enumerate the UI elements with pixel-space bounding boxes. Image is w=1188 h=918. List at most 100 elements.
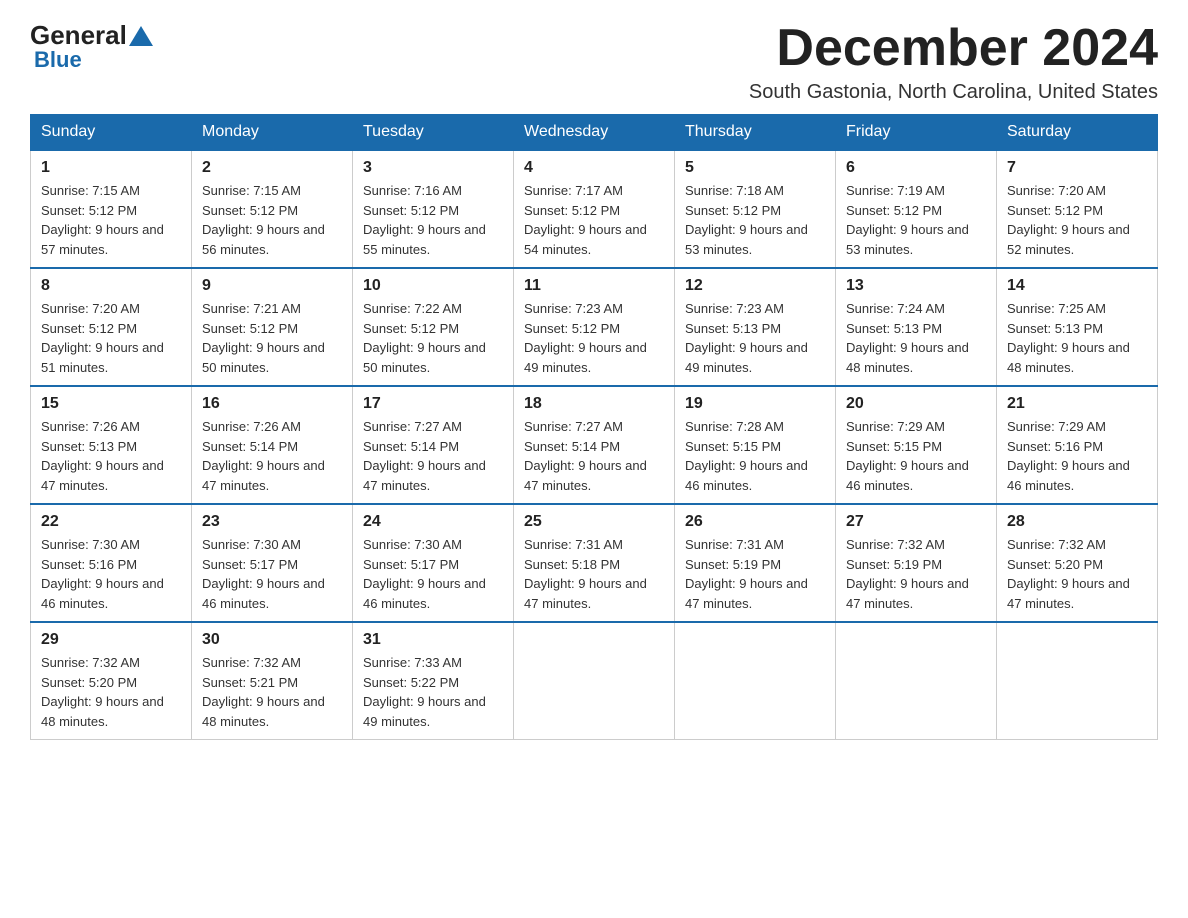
calendar-cell: 9 Sunrise: 7:21 AMSunset: 5:12 PMDaylight… [192, 268, 353, 386]
day-info: Sunrise: 7:31 AMSunset: 5:18 PMDaylight:… [524, 535, 664, 613]
calendar-cell: 27Sunrise: 7:32 AMSunset: 5:19 PMDayligh… [836, 504, 997, 622]
day-number: 31 [363, 631, 503, 649]
location-subtitle: South Gastonia, North Carolina, United S… [749, 81, 1158, 104]
day-info: Sunrise: 7:32 AMSunset: 5:20 PMDaylight:… [41, 653, 181, 731]
day-info: Sunrise: 7:30 AMSunset: 5:17 PMDaylight:… [363, 535, 503, 613]
header-row: SundayMondayTuesdayWednesdayThursdayFrid… [31, 115, 1158, 151]
calendar-table: SundayMondayTuesdayWednesdayThursdayFrid… [30, 114, 1158, 740]
calendar-cell: 8Sunrise: 7:20 AMSunset: 5:12 PMDaylight… [31, 268, 192, 386]
day-info: Sunrise: 7:27 AMSunset: 5:14 PMDaylight:… [524, 417, 664, 495]
calendar-cell [997, 622, 1158, 740]
logo: General Blue [30, 20, 155, 73]
day-number: 10 [363, 277, 503, 295]
day-info: Sunrise: 7:18 AMSunset: 5:12 PMDaylight:… [685, 181, 825, 259]
page-header: General Blue December 2024 South Gastoni… [30, 20, 1158, 104]
calendar-cell: 25 Sunrise: 7:31 AMSunset: 5:18 PMDayligh… [514, 504, 675, 622]
calendar-cell: 5 Sunrise: 7:18 AMSunset: 5:12 PMDaylight… [675, 150, 836, 268]
calendar-cell: 6Sunrise: 7:19 AMSunset: 5:12 PMDaylight… [836, 150, 997, 268]
day-number: 14 [1007, 277, 1147, 295]
day-number: 2 [202, 159, 342, 177]
week-row-2: 8Sunrise: 7:20 AMSunset: 5:12 PMDaylight… [31, 268, 1158, 386]
calendar-cell: 18 Sunrise: 7:27 AMSunset: 5:14 PMDayligh… [514, 386, 675, 504]
header-day-monday: Monday [192, 115, 353, 151]
calendar-cell: 4Sunrise: 7:17 AMSunset: 5:12 PMDaylight… [514, 150, 675, 268]
title-area: December 2024 South Gastonia, North Caro… [749, 20, 1158, 104]
day-number: 1 [41, 159, 181, 177]
day-info: Sunrise: 7:27 AMSunset: 5:14 PMDaylight:… [363, 417, 503, 495]
header-day-thursday: Thursday [675, 115, 836, 151]
day-number: 11 [524, 277, 664, 295]
calendar-cell: 24 Sunrise: 7:30 AMSunset: 5:17 PMDayligh… [353, 504, 514, 622]
header-day-wednesday: Wednesday [514, 115, 675, 151]
calendar-cell: 28 Sunrise: 7:32 AMSunset: 5:20 PMDayligh… [997, 504, 1158, 622]
day-info: Sunrise: 7:31 AMSunset: 5:19 PMDaylight:… [685, 535, 825, 613]
calendar-cell: 26 Sunrise: 7:31 AMSunset: 5:19 PMDayligh… [675, 504, 836, 622]
day-number: 21 [1007, 395, 1147, 413]
calendar-cell: 3Sunrise: 7:16 AMSunset: 5:12 PMDaylight… [353, 150, 514, 268]
day-number: 7 [1007, 159, 1147, 177]
calendar-cell: 17Sunrise: 7:27 AMSunset: 5:14 PMDayligh… [353, 386, 514, 504]
week-row-5: 29 Sunrise: 7:32 AMSunset: 5:20 PMDayligh… [31, 622, 1158, 740]
day-info: Sunrise: 7:24 AMSunset: 5:13 PMDaylight:… [846, 299, 986, 377]
day-number: 29 [41, 631, 181, 649]
day-info: Sunrise: 7:28 AMSunset: 5:15 PMDaylight:… [685, 417, 825, 495]
day-number: 22 [41, 513, 181, 531]
day-info: Sunrise: 7:23 AMSunset: 5:12 PMDaylight:… [524, 299, 664, 377]
day-number: 23 [202, 513, 342, 531]
week-row-3: 15Sunrise: 7:26 AMSunset: 5:13 PMDayligh… [31, 386, 1158, 504]
day-info: Sunrise: 7:20 AMSunset: 5:12 PMDaylight:… [1007, 181, 1147, 259]
calendar-cell: 19Sunrise: 7:28 AMSunset: 5:15 PMDayligh… [675, 386, 836, 504]
logo-triangle-icon [129, 26, 153, 46]
calendar-cell: 15Sunrise: 7:26 AMSunset: 5:13 PMDayligh… [31, 386, 192, 504]
calendar-cell: 29 Sunrise: 7:32 AMSunset: 5:20 PMDayligh… [31, 622, 192, 740]
calendar-cell [675, 622, 836, 740]
day-info: Sunrise: 7:32 AMSunset: 5:21 PMDaylight:… [202, 653, 342, 731]
day-number: 4 [524, 159, 664, 177]
day-info: Sunrise: 7:16 AMSunset: 5:12 PMDaylight:… [363, 181, 503, 259]
calendar-cell [514, 622, 675, 740]
day-number: 26 [685, 513, 825, 531]
day-info: Sunrise: 7:15 AMSunset: 5:12 PMDaylight:… [202, 181, 342, 259]
day-info: Sunrise: 7:21 AMSunset: 5:12 PMDaylight:… [202, 299, 342, 377]
week-row-1: 1 Sunrise: 7:15 AMSunset: 5:12 PMDaylight… [31, 150, 1158, 268]
day-number: 24 [363, 513, 503, 531]
day-info: Sunrise: 7:26 AMSunset: 5:14 PMDaylight:… [202, 417, 342, 495]
day-info: Sunrise: 7:32 AMSunset: 5:20 PMDaylight:… [1007, 535, 1147, 613]
calendar-cell: 23 Sunrise: 7:30 AMSunset: 5:17 PMDayligh… [192, 504, 353, 622]
header-day-friday: Friday [836, 115, 997, 151]
day-number: 13 [846, 277, 986, 295]
day-info: Sunrise: 7:30 AMSunset: 5:17 PMDaylight:… [202, 535, 342, 613]
calendar-body: 1 Sunrise: 7:15 AMSunset: 5:12 PMDaylight… [31, 150, 1158, 740]
calendar-cell: 10Sunrise: 7:22 AMSunset: 5:12 PMDayligh… [353, 268, 514, 386]
calendar-cell: 22 Sunrise: 7:30 AMSunset: 5:16 PMDayligh… [31, 504, 192, 622]
header-day-sunday: Sunday [31, 115, 192, 151]
week-row-4: 22 Sunrise: 7:30 AMSunset: 5:16 PMDayligh… [31, 504, 1158, 622]
day-info: Sunrise: 7:23 AMSunset: 5:13 PMDaylight:… [685, 299, 825, 377]
day-info: Sunrise: 7:25 AMSunset: 5:13 PMDaylight:… [1007, 299, 1147, 377]
day-number: 5 [685, 159, 825, 177]
calendar-cell: 1 Sunrise: 7:15 AMSunset: 5:12 PMDaylight… [31, 150, 192, 268]
day-info: Sunrise: 7:33 AMSunset: 5:22 PMDaylight:… [363, 653, 503, 731]
logo-blue: Blue [34, 47, 82, 72]
day-number: 15 [41, 395, 181, 413]
day-number: 25 [524, 513, 664, 531]
calendar-cell: 2 Sunrise: 7:15 AMSunset: 5:12 PMDaylight… [192, 150, 353, 268]
day-number: 18 [524, 395, 664, 413]
calendar-cell: 31 Sunrise: 7:33 AMSunset: 5:22 PMDayligh… [353, 622, 514, 740]
day-number: 16 [202, 395, 342, 413]
calendar-cell: 16 Sunrise: 7:26 AMSunset: 5:14 PMDayligh… [192, 386, 353, 504]
calendar-header: SundayMondayTuesdayWednesdayThursdayFrid… [31, 115, 1158, 151]
day-number: 28 [1007, 513, 1147, 531]
day-number: 27 [846, 513, 986, 531]
day-number: 9 [202, 277, 342, 295]
calendar-cell: 13 Sunrise: 7:24 AMSunset: 5:13 PMDayligh… [836, 268, 997, 386]
calendar-cell: 14 Sunrise: 7:25 AMSunset: 5:13 PMDayligh… [997, 268, 1158, 386]
calendar-cell: 21Sunrise: 7:29 AMSunset: 5:16 PMDayligh… [997, 386, 1158, 504]
header-day-tuesday: Tuesday [353, 115, 514, 151]
calendar-cell [836, 622, 997, 740]
day-info: Sunrise: 7:19 AMSunset: 5:12 PMDaylight:… [846, 181, 986, 259]
day-info: Sunrise: 7:20 AMSunset: 5:12 PMDaylight:… [41, 299, 181, 377]
day-info: Sunrise: 7:15 AMSunset: 5:12 PMDaylight:… [41, 181, 181, 259]
day-info: Sunrise: 7:30 AMSunset: 5:16 PMDaylight:… [41, 535, 181, 613]
calendar-cell: 20Sunrise: 7:29 AMSunset: 5:15 PMDayligh… [836, 386, 997, 504]
